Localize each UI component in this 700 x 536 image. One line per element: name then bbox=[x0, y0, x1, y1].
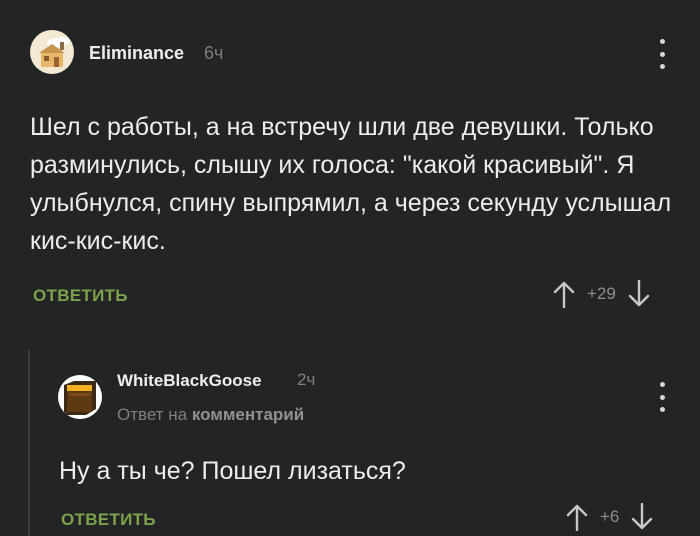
rating-value: +29 bbox=[587, 284, 616, 303]
comment: Eliminance 6ч Шел с работы, а на встречу… bbox=[0, 0, 700, 320]
username[interactable]: Eliminance bbox=[89, 43, 184, 64]
arrow-up-icon[interactable] bbox=[553, 280, 575, 308]
house-avatar-icon[interactable] bbox=[30, 30, 74, 74]
rating-controls: +29 bbox=[553, 280, 650, 308]
arrow-down-icon[interactable] bbox=[631, 503, 653, 531]
reply-button[interactable]: ОТВЕТИТЬ bbox=[61, 510, 156, 530]
arrow-up-icon[interactable] bbox=[566, 503, 588, 531]
reply-to-prefix: Ответ на bbox=[117, 405, 188, 424]
comment-reply: WhiteBlackGoose 2ч Ответ на комментарий … bbox=[0, 340, 700, 536]
box-avatar-icon[interactable] bbox=[58, 375, 102, 419]
arrow-down-icon[interactable] bbox=[628, 280, 650, 308]
timestamp: 6ч bbox=[204, 43, 224, 63]
more-vertical-icon[interactable] bbox=[658, 39, 666, 69]
reply-button[interactable]: ОТВЕТИТЬ bbox=[33, 286, 128, 306]
rating-value: +6 bbox=[600, 507, 620, 526]
rating-controls: +6 bbox=[566, 503, 653, 531]
reply-to-link[interactable]: комментарий bbox=[192, 405, 304, 424]
more-vertical-icon[interactable] bbox=[658, 382, 666, 412]
reply-to-label: Ответ на комментарий bbox=[117, 405, 304, 425]
timestamp: 2ч bbox=[297, 370, 316, 389]
username[interactable]: WhiteBlackGoose bbox=[117, 371, 262, 391]
comment-text: Ну а ты че? Пошел лизаться? bbox=[59, 457, 406, 485]
comment-text: Шел с работы, а на встречу шли две девуш… bbox=[30, 113, 672, 255]
